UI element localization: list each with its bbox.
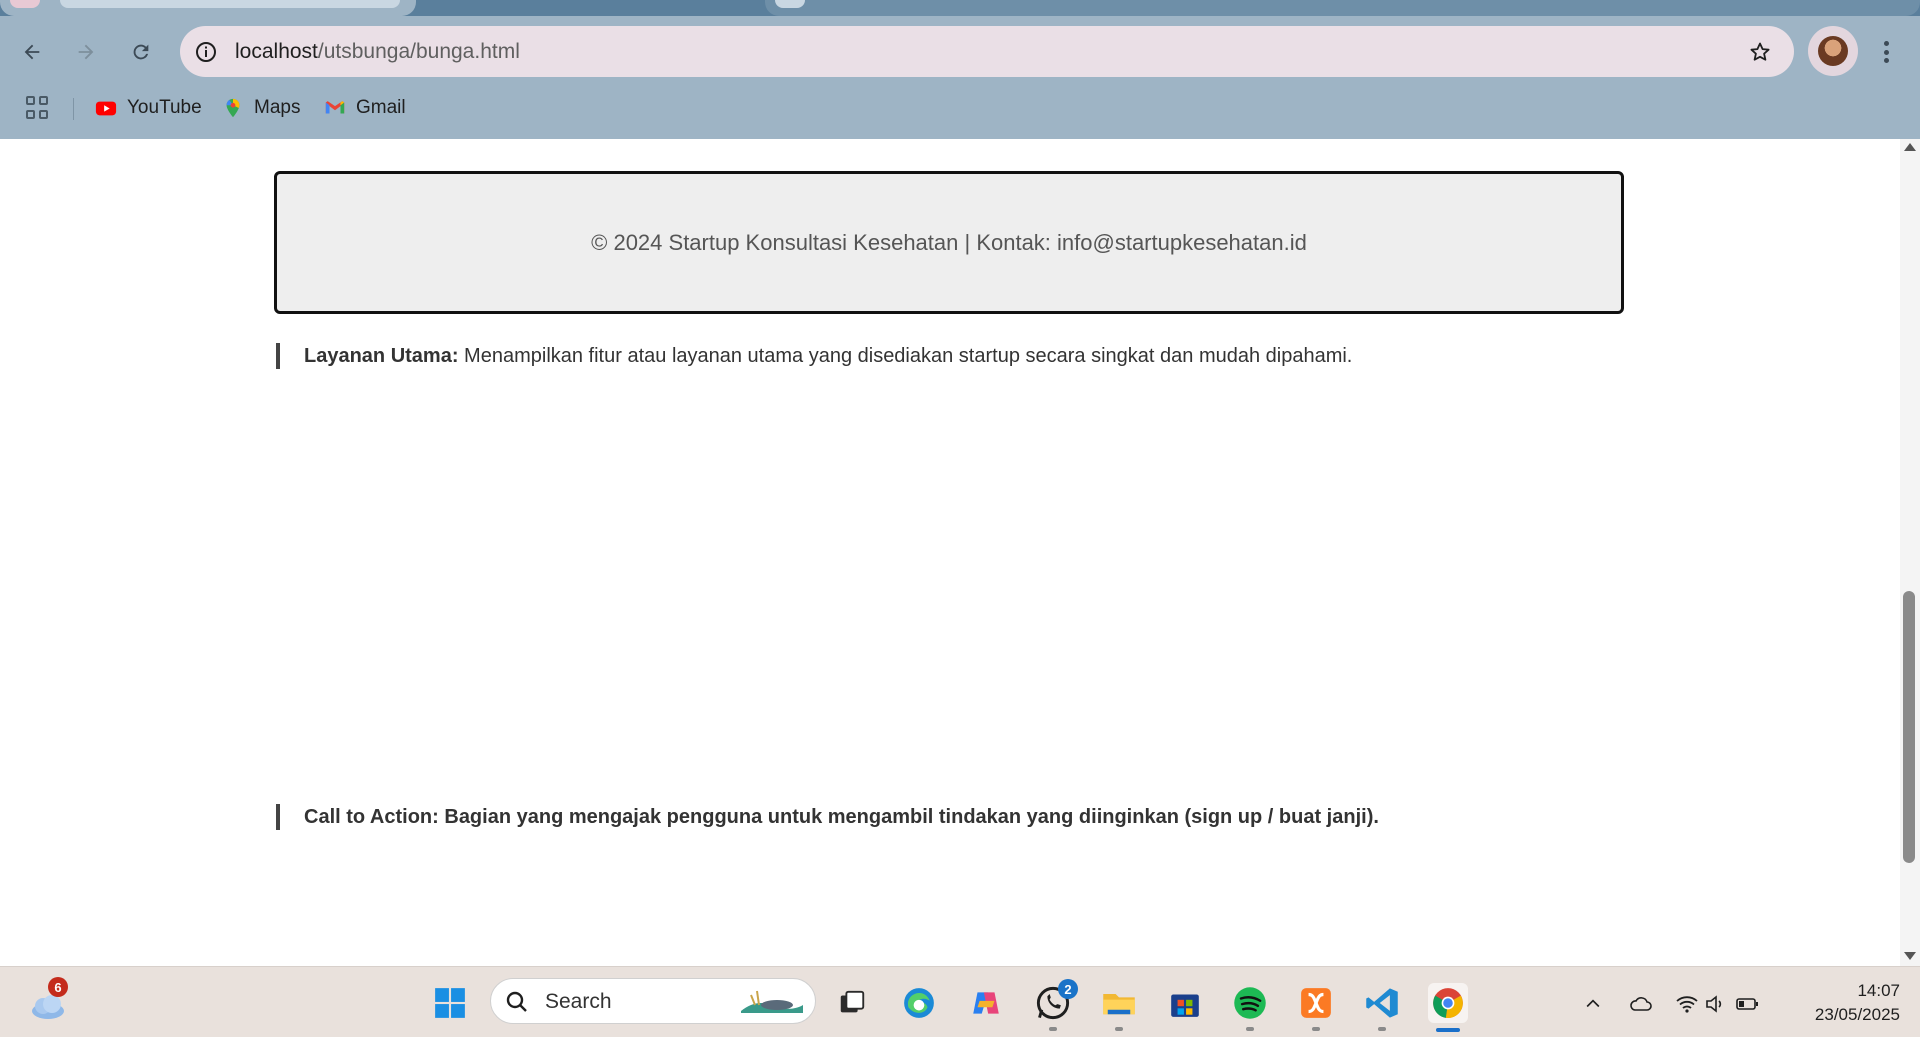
maps-icon xyxy=(222,97,244,119)
running-indicator xyxy=(1378,1027,1386,1031)
folder-icon xyxy=(1103,994,1135,1015)
clock-date: 23/05/2025 xyxy=(1814,1005,1900,1024)
search-label: Search xyxy=(545,990,612,1013)
start-button[interactable] xyxy=(430,983,470,1023)
note-body: Menampilkan fitur atau layanan utama yan… xyxy=(458,345,1353,367)
address-bar[interactable]: localhost/utsbunga/bunga.html xyxy=(180,26,1794,77)
browser-chrome: localhost/utsbunga/bunga.html YouTube Ma… xyxy=(0,0,1920,139)
windows-taskbar: 6 Search 2 14:07 23/05/2025 xyxy=(0,966,1920,1037)
site-info-icon[interactable] xyxy=(192,38,220,66)
footer-text: © 2024 Startup Konsultasi Kesehatan | Ko… xyxy=(591,229,1307,255)
url-host: localhost xyxy=(235,40,318,63)
scroll-up-arrow-icon[interactable] xyxy=(1904,143,1916,151)
running-indicator xyxy=(1246,1027,1254,1031)
url-text[interactable]: localhost/utsbunga/bunga.html xyxy=(235,40,520,64)
taskbar-edge[interactable] xyxy=(899,983,939,1023)
bookmark-gmail[interactable]: Gmail xyxy=(324,94,406,122)
bookmarks-separator xyxy=(73,98,74,120)
gmail-icon xyxy=(324,97,346,119)
windows-logo-icon xyxy=(435,988,465,1018)
scroll-thumb[interactable] xyxy=(1903,591,1915,863)
taskbar-copilot[interactable] xyxy=(966,983,1006,1023)
page-footer: © 2024 Startup Konsultasi Kesehatan | Ko… xyxy=(274,171,1624,314)
bookmark-label: YouTube xyxy=(127,97,202,118)
taskbar-microsoft-store[interactable] xyxy=(1165,983,1205,1023)
back-button[interactable] xyxy=(14,34,50,70)
forward-button[interactable] xyxy=(68,34,104,70)
url-path: /utsbunga/bunga.html xyxy=(317,40,520,63)
edge-icon xyxy=(904,988,934,1018)
system-tray xyxy=(1576,983,1776,1023)
bookmark-maps[interactable]: Maps xyxy=(222,94,300,122)
battery-icon[interactable] xyxy=(1734,991,1760,1017)
volume-icon[interactable] xyxy=(1702,991,1728,1017)
tab-inactive[interactable] xyxy=(765,0,1920,16)
note-body: Bagian yang mengajak pengguna untuk meng… xyxy=(438,806,1379,828)
xampp-icon xyxy=(1301,988,1331,1018)
arrow-right-icon xyxy=(78,44,94,60)
running-indicator xyxy=(1049,1027,1057,1031)
store-icon xyxy=(1171,994,1199,1017)
reload-button[interactable] xyxy=(123,34,159,70)
taskbar-chrome[interactable] xyxy=(1428,983,1468,1023)
apps-grid-icon[interactable] xyxy=(26,96,50,120)
browser-menu-icon[interactable] xyxy=(1874,36,1898,68)
whatsapp-badge: 2 xyxy=(1058,979,1078,999)
onedrive-cloud-icon[interactable] xyxy=(1628,991,1654,1017)
running-indicator xyxy=(1312,1027,1320,1031)
clock-time: 14:07 xyxy=(1857,981,1900,1000)
search-icon xyxy=(506,991,527,1012)
weather-badge: 6 xyxy=(48,977,68,997)
taskbar-vscode[interactable] xyxy=(1362,983,1402,1023)
taskbar-spotify[interactable] xyxy=(1230,983,1270,1023)
wifi-icon[interactable] xyxy=(1674,991,1700,1017)
tab-active[interactable] xyxy=(0,0,416,16)
taskbar-xampp[interactable] xyxy=(1296,983,1336,1023)
taskbar-file-explorer[interactable] xyxy=(1099,983,1139,1023)
page-viewport: © 2024 Startup Konsultasi Kesehatan | Ko… xyxy=(0,139,1900,966)
bookmark-label: Gmail xyxy=(356,97,406,118)
active-indicator xyxy=(1436,1028,1460,1032)
reload-icon xyxy=(133,44,149,60)
note-title: Layanan Utama: xyxy=(304,345,459,367)
chrome-icon xyxy=(1433,988,1463,1019)
taskbar-clock[interactable]: 14:07 23/05/2025 xyxy=(1790,979,1900,1027)
running-indicator xyxy=(1115,1027,1123,1031)
note-call-to-action: Call to Action: Bagian yang mengajak pen… xyxy=(276,804,1379,830)
taskbar-search[interactable]: Search xyxy=(490,978,816,1024)
arrow-left-icon xyxy=(24,44,40,60)
profile-avatar[interactable] xyxy=(1808,26,1858,76)
vscode-icon xyxy=(1366,988,1398,1018)
scroll-down-arrow-icon[interactable] xyxy=(1904,952,1916,960)
tab-strip xyxy=(0,0,1920,16)
vertical-scrollbar[interactable] xyxy=(1900,139,1920,966)
copilot-icon xyxy=(973,992,999,1014)
bookmark-youtube[interactable]: YouTube xyxy=(95,94,202,122)
note-layanan-utama: Layanan Utama: Menampilkan fitur atau la… xyxy=(276,343,1352,369)
task-view-icon xyxy=(840,990,865,1013)
search-highlight-illustration-icon xyxy=(741,990,803,1013)
bookmark-star-icon[interactable] xyxy=(1746,38,1774,66)
task-view-button[interactable] xyxy=(832,983,872,1023)
show-hidden-icons-chevron-icon[interactable] xyxy=(1580,991,1606,1017)
note-title: Call to Action: xyxy=(304,806,439,828)
spotify-icon xyxy=(1234,987,1266,1019)
avatar-image xyxy=(1818,36,1848,66)
bookmarks-bar: YouTube Maps Gmail xyxy=(0,88,1920,126)
youtube-icon xyxy=(95,97,117,119)
bookmark-label: Maps xyxy=(254,97,301,118)
